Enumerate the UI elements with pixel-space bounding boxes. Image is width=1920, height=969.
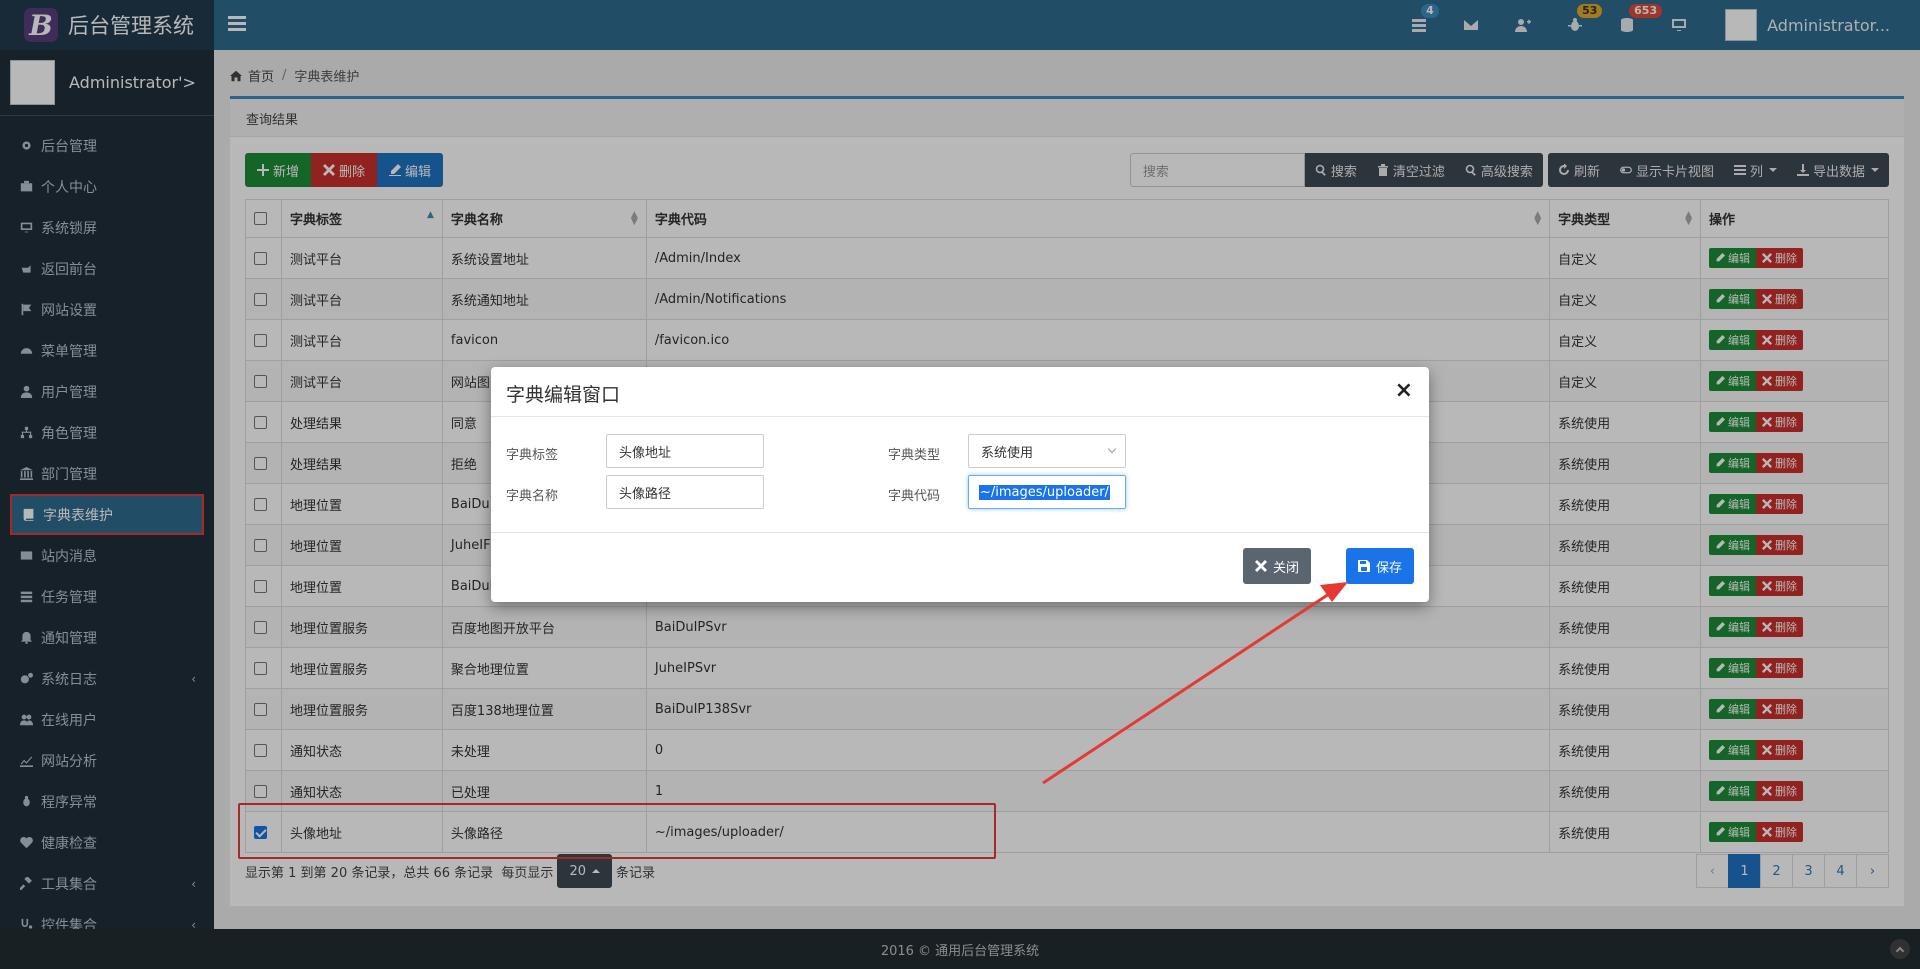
modal-close-button[interactable]: × [1395, 378, 1413, 403]
close-button[interactable]: 关闭 [1242, 548, 1311, 584]
label-dict-type: 字典类型 [888, 448, 941, 463]
label-dict-code: 字典代码 [888, 489, 941, 504]
dict-code-input[interactable]: ~/images/uploader/ [968, 475, 1126, 509]
modal-header: 字典编辑窗口 × [491, 367, 1429, 417]
save-button[interactable]: 保存 [1345, 548, 1414, 584]
close-icon [1254, 560, 1267, 572]
dict-name-input[interactable]: 头像路径 [606, 475, 764, 509]
chevron-down-icon [1107, 444, 1117, 454]
floppy-icon [1357, 560, 1370, 572]
dict-type-select[interactable]: 系统使用 [968, 434, 1126, 468]
dictionary-edit-modal: 字典编辑窗口 × 字典标签 头像地址 字典名称 头像路径 字典类型 系统使用 字… [491, 367, 1429, 602]
modal-body: 字典标签 头像地址 字典名称 头像路径 字典类型 系统使用 字典代码 ~/ima… [491, 417, 1429, 533]
selected-text: ~/images/uploader/ [979, 484, 1110, 500]
modal-footer: 关闭 保存 [491, 533, 1429, 601]
label-dict-tag: 字典标签 [506, 448, 559, 463]
dict-tag-input[interactable]: 头像地址 [606, 434, 764, 468]
label-dict-name: 字典名称 [506, 489, 559, 504]
modal-title: 字典编辑窗口 [506, 384, 621, 406]
